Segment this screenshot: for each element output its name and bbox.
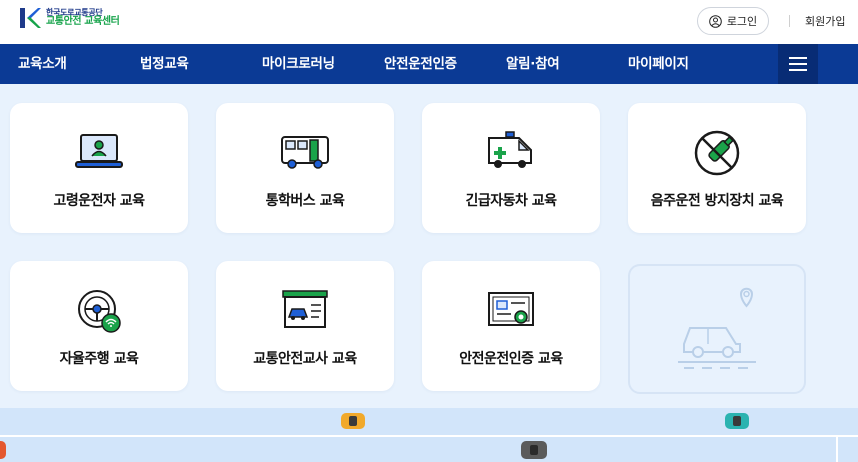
red-car-icon [0, 441, 6, 459]
nav-item-legal-education[interactable]: 법정교육 [140, 44, 189, 84]
card-emergency-vehicle[interactable]: 긴급자동차 교육 [422, 103, 600, 233]
signup-link[interactable]: 회원가입 [805, 13, 845, 29]
card-label: 음주운전 방지장치 교육 [650, 193, 784, 209]
decorative-car-placeholder [628, 264, 806, 394]
card-label: 통학버스 교육 [265, 193, 345, 209]
traffic-board-icon [279, 287, 331, 335]
card-autonomous-driving[interactable]: 자율주행 교육 [10, 261, 188, 391]
nav-item-microlearning[interactable]: 마이크로러닝 [262, 44, 335, 84]
card-label: 고령운전자 교육 [53, 193, 145, 209]
school-bus-icon [279, 129, 331, 177]
card-label: 안전운전인증 교육 [459, 351, 563, 367]
login-button[interactable]: 로그인 [697, 7, 769, 35]
road-edge-line [836, 435, 838, 462]
teal-car-icon [725, 413, 749, 429]
nav-item-notice[interactable]: 알림·참여 [506, 44, 560, 84]
orange-car-icon [341, 413, 365, 429]
logo-site-name: 교통안전 교육센터 [46, 15, 120, 27]
main-nav: 교육소개 법정교육 마이크로러닝 안전운전인증 알림·참여 마이페이지 [0, 44, 858, 84]
education-grid: 고령운전자 교육 통학버스 교육 긴급자동차 교육 음주운전 방지장치 교육 자… [0, 84, 858, 408]
card-label: 교통안전교사 교육 [253, 351, 357, 367]
card-school-bus[interactable]: 통학버스 교육 [216, 103, 394, 233]
road-lane-line [0, 435, 858, 437]
header-divider [789, 15, 790, 27]
nav-item-about[interactable]: 교육소개 [18, 44, 67, 84]
steering-wifi-icon [73, 287, 125, 335]
login-label: 로그인 [726, 15, 758, 28]
site-logo[interactable]: 한국도로교통공단 교통안전 교육센터 [18, 6, 120, 30]
card-safe-driving-cert[interactable]: 안전운전인증 교육 [422, 261, 600, 391]
card-drunk-driving-device[interactable]: 음주운전 방지장치 교육 [628, 103, 806, 233]
certificate-icon [485, 287, 537, 335]
card-elderly-driver[interactable]: 고령운전자 교육 [10, 103, 188, 233]
ambulance-icon [485, 129, 537, 177]
gray-car-icon [521, 441, 547, 459]
nav-item-mypage[interactable]: 마이페이지 [628, 44, 689, 84]
car-location-icon [678, 287, 756, 369]
logo-mark-icon [18, 6, 42, 30]
user-icon [709, 14, 722, 28]
card-label: 자율주행 교육 [59, 351, 139, 367]
hamburger-menu-icon[interactable] [778, 44, 818, 84]
card-label: 긴급자동차 교육 [465, 193, 557, 209]
decorative-road [0, 408, 858, 462]
no-drinking-icon [691, 129, 743, 177]
nav-item-safe-driving-cert[interactable]: 안전운전인증 [384, 44, 457, 84]
laptop-elderly-icon [73, 129, 125, 177]
card-traffic-safety-teacher[interactable]: 교통안전교사 교육 [216, 261, 394, 391]
site-header: 한국도로교통공단 교통안전 교육센터 로그인 회원가입 [0, 0, 858, 44]
